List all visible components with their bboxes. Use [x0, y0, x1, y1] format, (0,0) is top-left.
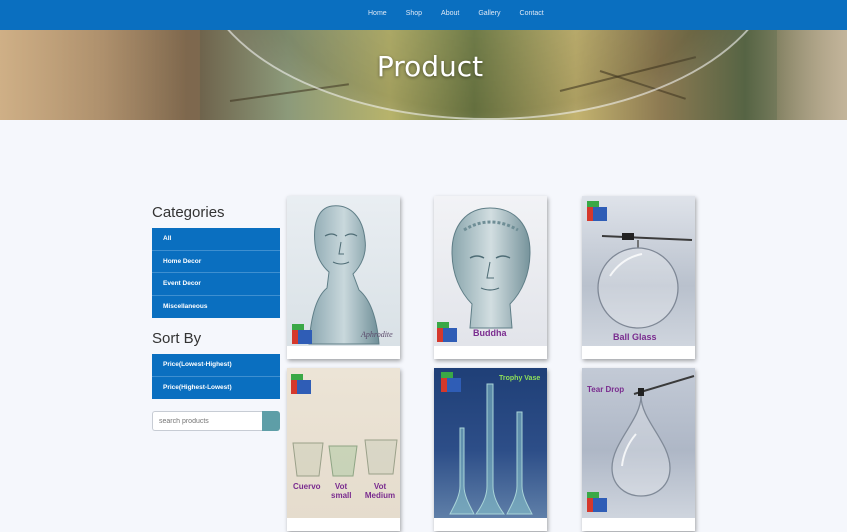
- product-image[interactable]: Aphrodite: [287, 196, 400, 346]
- product-image[interactable]: Cuervo Vot small Vot Medium: [287, 368, 400, 518]
- product-card-ball-glass[interactable]: Ball Glass: [582, 196, 695, 359]
- product-caption: Buddha: [473, 328, 507, 338]
- nav-gallery[interactable]: Gallery: [478, 10, 500, 17]
- brand-logo-icon: [292, 324, 314, 346]
- brand-logo-icon: [437, 322, 459, 344]
- product-image[interactable]: Trophy Vase: [434, 368, 547, 518]
- nav-links: Home Shop About Gallery Contact: [368, 0, 563, 26]
- brand-logo-icon: [587, 201, 609, 223]
- nav-about[interactable]: About: [441, 10, 459, 17]
- product-image[interactable]: Ball Glass: [582, 196, 695, 346]
- hero-banner: Product: [0, 30, 847, 120]
- product-caption: Vot Medium: [364, 482, 396, 500]
- product-caption: Tear Drop: [587, 385, 625, 394]
- brand-logo-icon: [291, 374, 313, 396]
- category-home-decor[interactable]: Home Decor: [152, 251, 280, 273]
- product-card-tear-drop[interactable]: Tear Drop: [582, 368, 695, 531]
- category-miscellaneous[interactable]: Miscellaneous: [152, 296, 280, 319]
- sort-price-high-low[interactable]: Price(Highest-Lowest): [152, 377, 280, 400]
- product-image[interactable]: Buddha: [434, 196, 547, 346]
- sort-price-low-high[interactable]: Price(Lowest-Highest): [152, 354, 280, 377]
- search-form: [152, 411, 280, 431]
- product-caption: Cuervo: [293, 482, 321, 491]
- product-card-votives[interactable]: Cuervo Vot small Vot Medium: [287, 368, 400, 531]
- category-event-decor[interactable]: Event Decor: [152, 273, 280, 296]
- sidebar: Categories All Home Decor Event Decor Mi…: [152, 204, 280, 431]
- product-card-buddha[interactable]: Buddha: [434, 196, 547, 359]
- top-nav: Home Shop About Gallery Contact: [0, 0, 847, 30]
- search-input[interactable]: [152, 411, 262, 431]
- categories-menu: All Home Decor Event Decor Miscellaneous: [152, 228, 280, 318]
- brand-logo-icon: [587, 492, 609, 514]
- page-title: Product: [376, 50, 484, 83]
- categories-heading: Categories: [152, 204, 225, 221]
- sort-menu: Price(Lowest-Highest) Price(Highest-Lowe…: [152, 354, 280, 399]
- nav-shop[interactable]: Shop: [406, 10, 422, 17]
- product-card-aphrodite[interactable]: Aphrodite: [287, 196, 400, 359]
- product-caption: Aphrodite: [361, 330, 393, 339]
- brand-logo-icon: [441, 372, 463, 394]
- nav-home[interactable]: Home: [368, 10, 387, 17]
- category-all[interactable]: All: [152, 228, 280, 251]
- product-caption: Vot small: [331, 482, 352, 500]
- product-caption: Trophy Vase: [499, 375, 541, 382]
- product-image[interactable]: Tear Drop: [582, 368, 695, 518]
- product-card-trophy-vase[interactable]: Trophy Vase: [434, 368, 547, 531]
- sort-heading: Sort By: [152, 330, 202, 347]
- nav-contact[interactable]: Contact: [520, 10, 544, 17]
- search-button[interactable]: [262, 411, 280, 431]
- product-caption: Ball Glass: [613, 332, 657, 342]
